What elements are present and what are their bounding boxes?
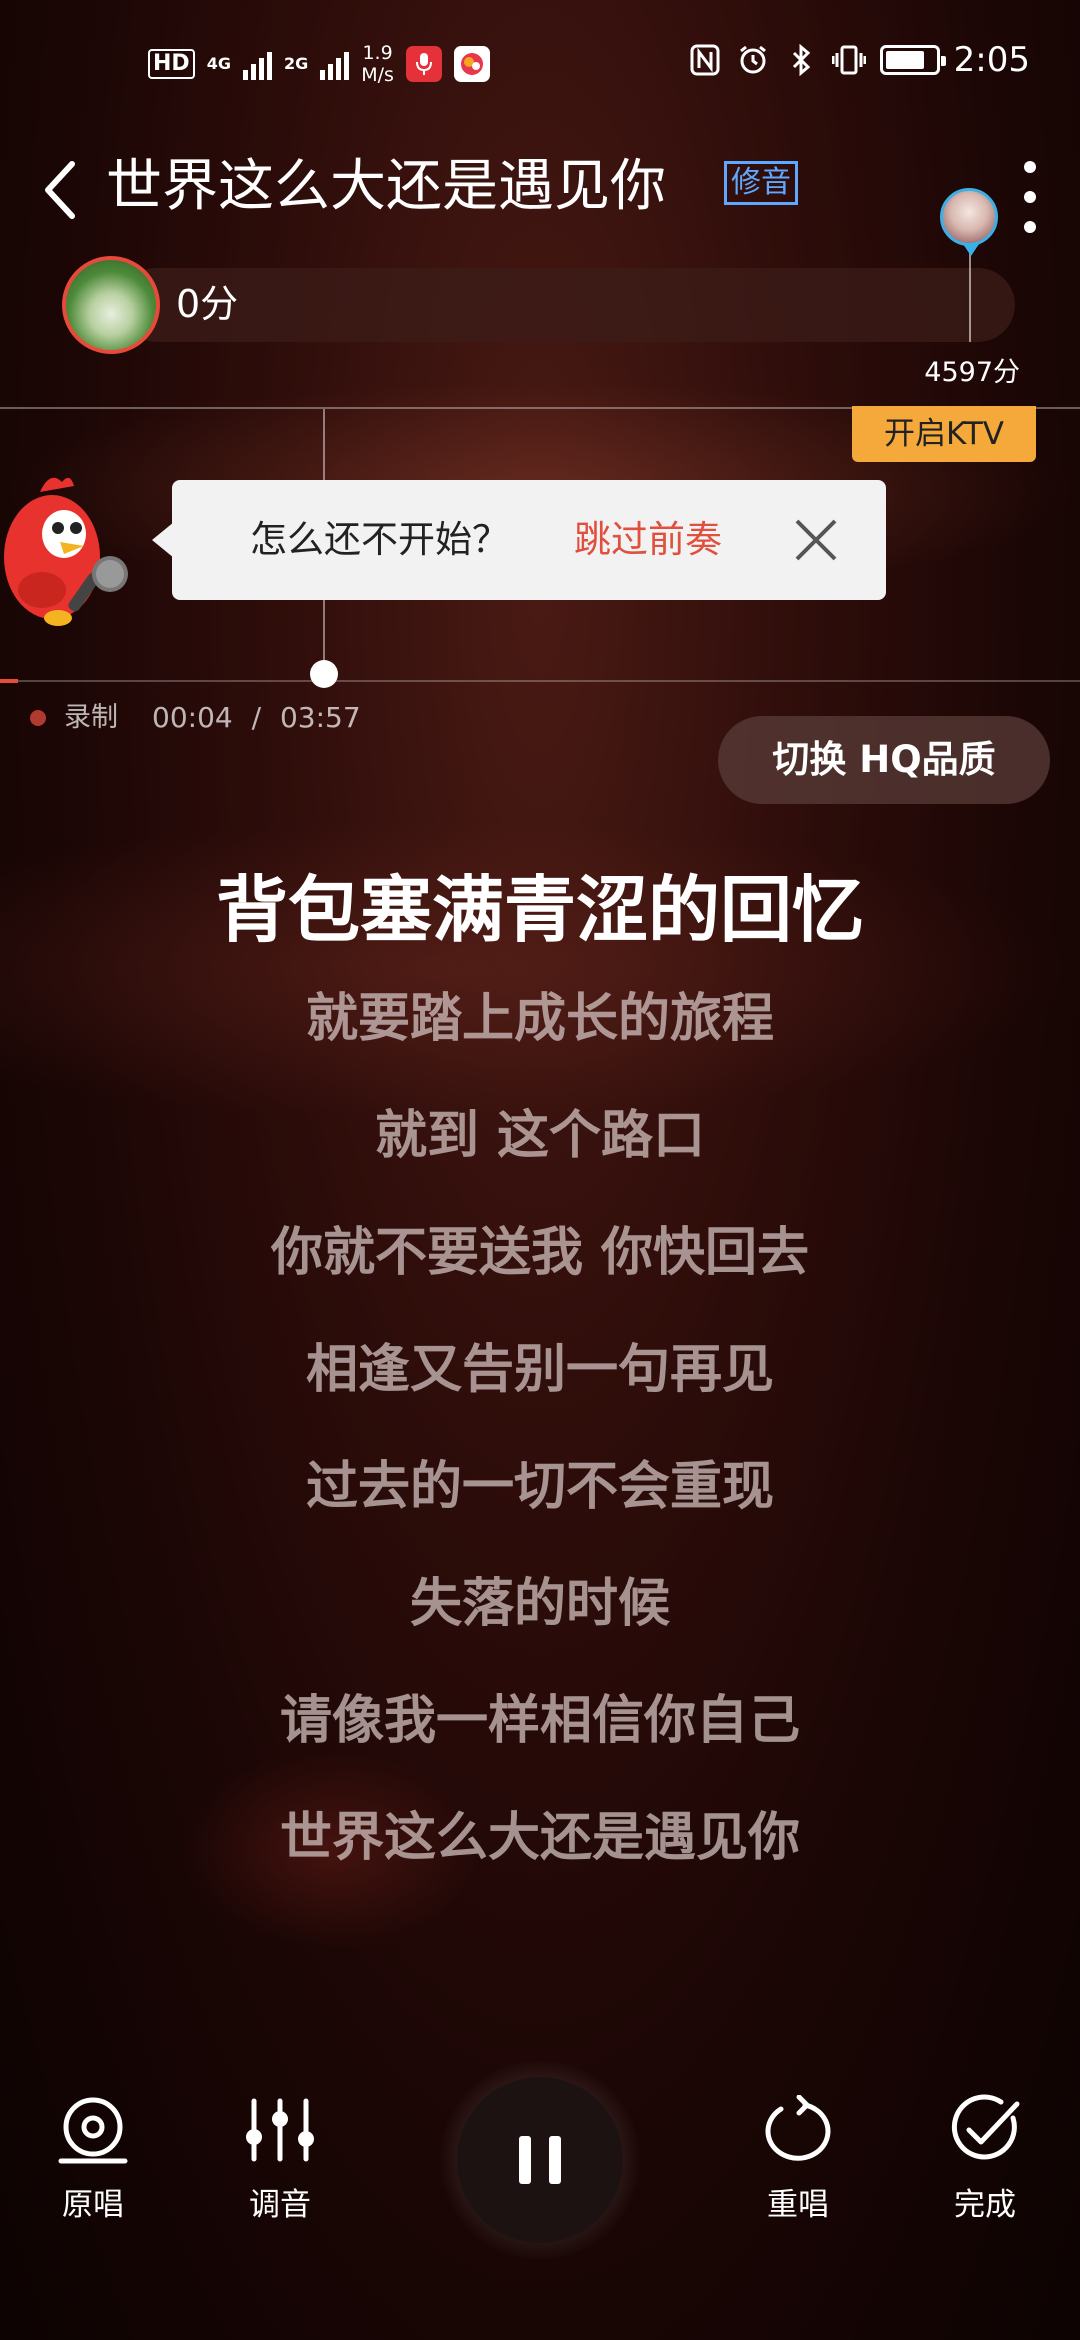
lyrics-panel: 背包塞满青涩的回忆 就要踏上成长的旅程 就到 这个路口 你就不要送我 你快回去 …: [0, 860, 1080, 1896]
song-progress-track[interactable]: [0, 680, 1080, 682]
restart-icon: [765, 2095, 831, 2161]
tune-button[interactable]: 调音: [215, 2080, 345, 2260]
target-score: 4597分: [924, 357, 1020, 388]
original-vocal-label: 原唱: [62, 2187, 124, 2223]
pause-icon: [519, 2136, 561, 2184]
close-tip-button[interactable]: [780, 504, 852, 576]
lyric-line: 相逢又告别一句再见: [305, 1340, 774, 1400]
switch-hq-quality-button[interactable]: 切换 HQ品质: [718, 716, 1050, 804]
song-title: 世界这么大还是遇见你: [106, 154, 666, 219]
more-options-button[interactable]: [1010, 152, 1050, 242]
current-score: 0分: [176, 282, 239, 326]
karaoke-app-icon: [453, 46, 490, 82]
recording-time: 00:04 / 03:57: [152, 700, 361, 736]
lyric-line: 失落的时候: [409, 1574, 670, 1634]
target-score-marker-line: [969, 246, 971, 342]
tune-label: 调音: [249, 2187, 311, 2223]
nfc-icon: [688, 43, 722, 77]
recording-label: 录制: [64, 702, 118, 733]
time-separator: /: [251, 701, 262, 734]
status-bar: HD 4G 2G 1.9 M/s 2:05: [0, 30, 1080, 100]
speed-value: 1.9: [362, 42, 393, 64]
clock: 2:05: [953, 40, 1030, 80]
target-user-avatar[interactable]: [940, 188, 998, 256]
ktv-mode-button[interactable]: 开启KTV: [852, 406, 1036, 462]
pitch-correction-badge[interactable]: 修音: [724, 161, 798, 205]
recording-indicator-icon: [30, 710, 46, 726]
finish-label: 完成: [954, 2187, 1016, 2223]
check-circle-icon: [951, 2094, 1020, 2160]
dot: [1024, 191, 1036, 203]
bird-mascot-icon: [4, 477, 128, 626]
finish-button[interactable]: 完成: [920, 2080, 1050, 2260]
playback-controls: 原唱 调音 重唱 完成: [0, 2060, 1080, 2280]
intro-tip-bubble: 怎么还不开始？ 跳过前奏: [152, 480, 886, 600]
equalizer-icon: [246, 2098, 314, 2162]
alarm-icon: [736, 43, 770, 77]
original-vocal-button[interactable]: 原唱: [28, 2080, 158, 2260]
network-type-2: 2G: [283, 54, 309, 73]
lyric-line: 请像我一样相信你自己: [279, 1691, 800, 1751]
user-avatar[interactable]: [62, 256, 160, 354]
chevron-left-icon: [45, 161, 75, 219]
dot: [1024, 161, 1036, 173]
total-time: 03:57: [279, 701, 361, 734]
song-progress-fill: [0, 679, 18, 683]
network-speed: 1.9 M/s: [361, 42, 394, 86]
close-icon: [795, 519, 837, 561]
signal-icon: [320, 48, 350, 80]
header: 世界这么大还是遇见你 修音: [0, 140, 1080, 240]
restart-label: 重唱: [767, 2187, 829, 2223]
bluetooth-icon: [784, 43, 818, 77]
score-bar: [120, 268, 1015, 342]
signal-icon: [242, 48, 272, 80]
elapsed-time: 00:04: [152, 701, 233, 734]
skip-intro-button[interactable]: 跳过前奏: [574, 515, 722, 565]
battery-icon: [879, 45, 946, 75]
lyric-line: 你就不要送我 你快回去: [270, 1223, 810, 1283]
lyric-line: 就要踏上成长的旅程: [305, 989, 774, 1049]
network-type-1: 4G: [206, 54, 231, 73]
hd-voice-badge: HD: [148, 49, 195, 79]
lyric-current-line: 背包塞满青涩的回忆: [215, 868, 864, 952]
lyric-line: 世界这么大还是遇见你: [279, 1808, 800, 1868]
mic-app-icon: [405, 46, 442, 82]
speed-unit: M/s: [361, 64, 394, 86]
pause-button[interactable]: [457, 2077, 623, 2243]
vibrate-icon: [831, 43, 866, 77]
lyric-line: 就到 这个路口: [374, 1106, 706, 1166]
dot: [1024, 221, 1036, 233]
back-button[interactable]: [30, 150, 90, 230]
song-progress-handle[interactable]: [310, 660, 338, 688]
restart-button[interactable]: 重唱: [733, 2080, 863, 2260]
tip-question: 怎么还不开始？: [250, 518, 509, 561]
original-vocal-icon: [58, 2097, 128, 2164]
lyric-line: 过去的一切不会重现: [305, 1457, 774, 1517]
